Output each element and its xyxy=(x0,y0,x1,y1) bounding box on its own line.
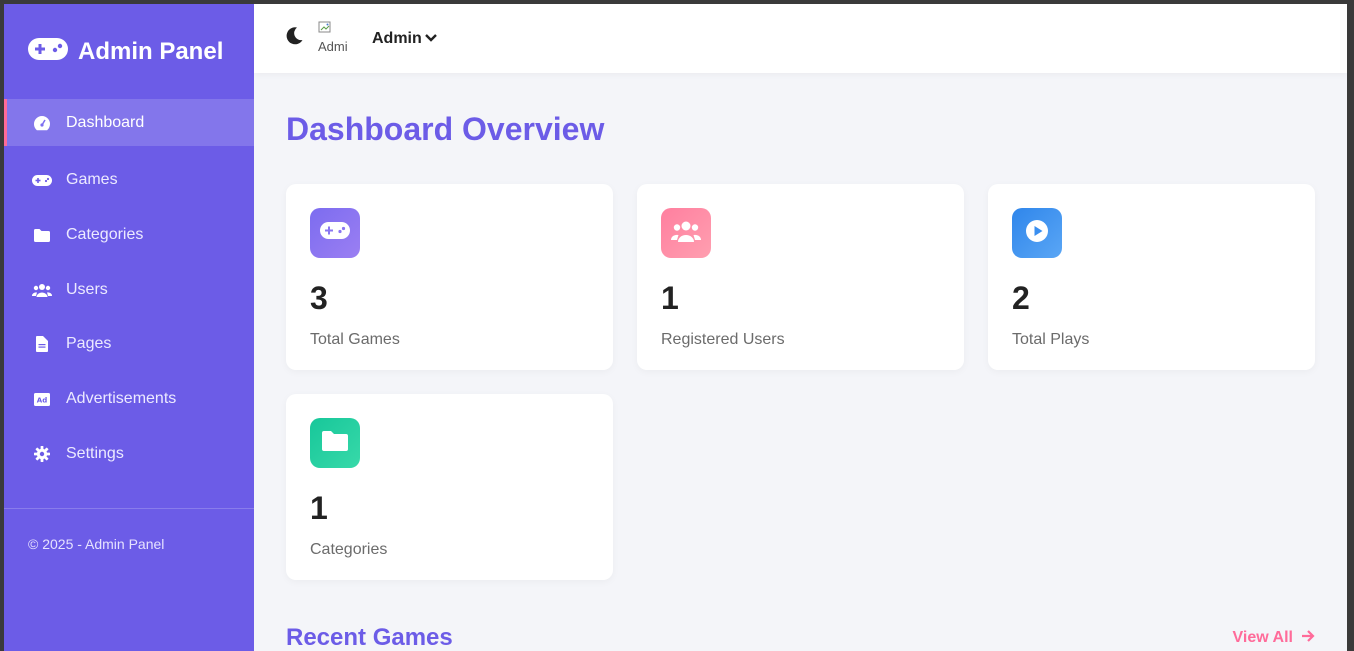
gamepad-icon xyxy=(32,174,52,186)
play-icon xyxy=(1025,219,1049,248)
sidebar-item-categories[interactable]: Categories xyxy=(4,208,254,263)
stat-icon-box xyxy=(1012,208,1062,258)
stat-label: Total Games xyxy=(310,331,400,348)
sidebar-item-label: Settings xyxy=(66,444,124,462)
sidebar-item-label: Categories xyxy=(66,226,144,244)
stat-value: 1 xyxy=(310,490,328,526)
stat-label: Registered Users xyxy=(661,331,785,348)
stat-value: 3 xyxy=(310,280,328,316)
brand-title: Admin Panel xyxy=(78,37,224,65)
stat-icon-box xyxy=(661,208,711,258)
users-icon xyxy=(670,220,702,247)
avatar-alt-text: Admi xyxy=(318,38,348,54)
file-icon xyxy=(32,336,52,353)
gamepad-icon xyxy=(320,222,350,244)
broken-image-icon xyxy=(318,21,331,32)
stat-icon-box xyxy=(310,418,360,468)
stat-label: Total Plays xyxy=(1012,331,1090,348)
users-icon xyxy=(32,283,52,297)
stat-cards: 3 Total Games 1 Registered Users 2 Total… xyxy=(286,184,1315,580)
stat-card-plays: 2 Total Plays xyxy=(988,184,1315,370)
brand[interactable]: Admin Panel xyxy=(4,4,254,99)
dark-mode-toggle[interactable] xyxy=(284,26,304,51)
sidebar-item-label: Dashboard xyxy=(66,113,145,131)
recent-games-title: Recent Games xyxy=(286,624,453,651)
stat-card-categories: 1 Categories xyxy=(286,394,613,580)
view-all-link[interactable]: View All xyxy=(1233,629,1315,648)
stat-label: Categories xyxy=(310,541,388,558)
admin-app: Admin Panel Dashboard Games Categories U… xyxy=(4,4,1347,651)
page-title: Dashboard Overview xyxy=(286,111,605,147)
stat-value: 1 xyxy=(661,280,679,316)
main-area: Admi Admin Dashboard Overview 3 Total Ga… xyxy=(254,4,1347,651)
stat-card-users: 1 Registered Users xyxy=(637,184,964,370)
sidebar-item-advertisements[interactable]: Ad Advertisements xyxy=(4,372,254,427)
gamepad-icon xyxy=(28,38,68,65)
sidebar-item-dashboard[interactable]: Dashboard xyxy=(4,99,254,146)
recent-games-header: Recent Games View All xyxy=(286,624,1315,651)
ad-icon: Ad xyxy=(32,392,52,406)
dashboard-content: Dashboard Overview 3 Total Games 1 Regis… xyxy=(254,111,1347,651)
dashboard-icon xyxy=(32,115,52,131)
window-scrollbar[interactable] xyxy=(1347,0,1354,651)
view-all-label: View All xyxy=(1232,629,1293,646)
sidebar-item-settings[interactable]: Settings xyxy=(4,426,254,481)
sidebar-item-games[interactable]: Games xyxy=(4,153,254,208)
arrow-right-icon xyxy=(1301,629,1315,648)
user-menu[interactable]: Admin xyxy=(372,30,438,48)
sidebar-nav: Dashboard Games Categories Users Pages A… xyxy=(4,99,254,481)
sidebar-item-users[interactable]: Users xyxy=(4,262,254,317)
folder-icon xyxy=(32,228,52,242)
avatar[interactable]: Admi xyxy=(318,20,356,58)
stat-icon-box xyxy=(310,208,360,258)
sidebar-item-label: Pages xyxy=(66,335,112,353)
sidebar-item-label: Games xyxy=(66,171,118,189)
gear-icon xyxy=(32,445,52,462)
sidebar-footer: © 2025 - Admin Panel xyxy=(4,508,254,552)
sidebar-item-pages[interactable]: Pages xyxy=(4,317,254,372)
chevron-down-icon xyxy=(424,30,438,48)
stat-card-games: 3 Total Games xyxy=(286,184,613,370)
user-menu-label: Admin xyxy=(372,29,422,47)
topbar: Admi Admin xyxy=(254,4,1347,73)
sidebar-item-label: Advertisements xyxy=(66,390,177,408)
sidebar-item-label: Users xyxy=(66,280,108,298)
folder-icon xyxy=(322,430,348,456)
svg-text:Ad: Ad xyxy=(37,396,47,404)
moon-icon xyxy=(284,27,304,50)
sidebar: Admin Panel Dashboard Games Categories U… xyxy=(4,4,254,651)
stat-value: 2 xyxy=(1012,280,1030,316)
